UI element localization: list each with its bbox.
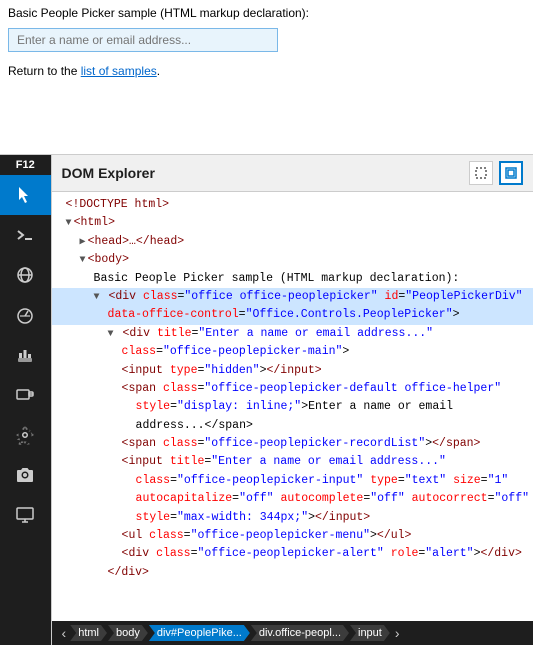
dom-span-default1: <span class="office-peoplepicker-default… — [52, 380, 533, 398]
dom-explorer-panel: DOM Explorer <!DOCTYPE html> — [51, 155, 533, 645]
select-element-button[interactable] — [469, 161, 493, 185]
dom-div-main-attr2: data-office-control="Office.Controls.Peo… — [52, 306, 533, 324]
box-model-button[interactable] — [499, 161, 523, 185]
dom-tree[interactable]: <!DOCTYPE html> ▼<html> ▶<head>…</head> … — [52, 192, 533, 621]
sidebar-icon-memory[interactable] — [0, 335, 51, 375]
dom-span-default2: style="display: inline;">Enter a name or… — [52, 398, 533, 416]
breadcrumb-item-html[interactable]: html — [70, 625, 107, 641]
breadcrumb-item-div-office[interactable]: div.office-peopl... — [251, 625, 349, 641]
dom-body-open: ▼<body> — [52, 251, 533, 269]
return-text: Return to the list of samples. — [0, 56, 533, 86]
dom-body-text: Basic People Picker sample (HTML markup … — [52, 270, 533, 288]
dom-input-style: style="max-width: 344px;"></input> — [52, 509, 533, 527]
top-section: Basic People Picker sample (HTML markup … — [0, 0, 533, 155]
breadcrumb-item-div-people[interactable]: div#PeoplePike... — [149, 625, 250, 641]
people-picker-input[interactable] — [8, 28, 278, 52]
breadcrumb-item-body[interactable]: body — [108, 625, 148, 641]
breadcrumb-item-input[interactable]: input — [350, 625, 390, 641]
page-description: Basic People Picker sample (HTML markup … — [0, 0, 533, 24]
dom-div-inner: ▼ <div title="Enter a name or email addr… — [52, 325, 533, 343]
sidebar-icon-emulation[interactable] — [0, 375, 51, 415]
sidebar-icon-camera[interactable] — [0, 455, 51, 495]
breadcrumb-scroll-right[interactable]: › — [391, 625, 404, 641]
sidebar: F12 — [0, 155, 51, 645]
f12-badge: F12 — [0, 155, 51, 175]
dom-ul-menu: <ul class="office-peoplepicker-menu"></u… — [52, 527, 533, 545]
dom-span-default3: address...</span> — [52, 417, 533, 435]
dom-div-inner-class: class="office-peoplepicker-main"> — [52, 343, 533, 361]
dom-div-close: </div> — [52, 564, 533, 582]
sidebar-icon-performance[interactable] — [0, 295, 51, 335]
breadcrumb-scroll-left[interactable]: ‹ — [58, 625, 71, 641]
dom-div-alert: <div class="office-peoplepicker-alert" r… — [52, 545, 533, 563]
sidebar-icon-network[interactable] — [0, 255, 51, 295]
dom-input-title: <input title="Enter a name or email addr… — [52, 453, 533, 471]
dom-input-hidden: <input type="hidden"></input> — [52, 362, 533, 380]
dom-html-open: ▼<html> — [52, 214, 533, 232]
sidebar-icon-console[interactable] — [0, 215, 51, 255]
dom-span-record: <span class="office-peoplepicker-recordL… — [52, 435, 533, 453]
dom-div-main[interactable]: ▼ <div class="office office-peoplepicker… — [52, 288, 533, 306]
dom-doctype: <!DOCTYPE html> — [52, 196, 533, 214]
main-layout: F12 — [0, 155, 533, 645]
sidebar-icon-pointer[interactable] — [0, 175, 51, 215]
dom-explorer-header: DOM Explorer — [52, 155, 533, 192]
dom-head: ▶<head>…</head> — [52, 233, 533, 251]
dom-input-class: class="office-peoplepicker-input" type="… — [52, 472, 533, 490]
samples-link[interactable]: list of samples — [81, 64, 157, 78]
sidebar-icon-screen[interactable] — [0, 495, 51, 535]
breadcrumb-bar: ‹ html body div#PeoplePike... div.office… — [52, 621, 533, 645]
dom-explorer-title: DOM Explorer — [62, 165, 155, 181]
sidebar-icon-settings[interactable] — [0, 415, 51, 455]
dom-header-icons — [469, 161, 523, 185]
dom-input-attrs: autocapitalize="off" autocomplete="off" … — [52, 490, 533, 508]
